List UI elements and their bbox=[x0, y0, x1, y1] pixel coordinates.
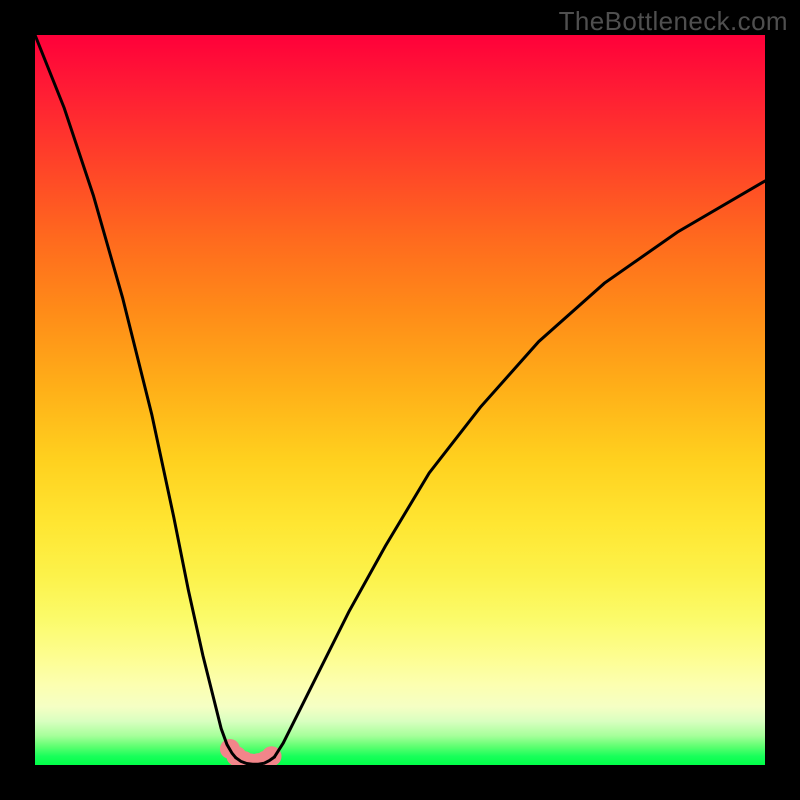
plot-area bbox=[35, 35, 765, 765]
valley-markers bbox=[220, 739, 282, 765]
curve-layer bbox=[35, 35, 765, 765]
curve-right-branch bbox=[274, 181, 765, 757]
curve-left-branch bbox=[35, 35, 236, 758]
chart-frame: TheBottleneck.com bbox=[0, 0, 800, 800]
watermark-text: TheBottleneck.com bbox=[559, 6, 788, 37]
